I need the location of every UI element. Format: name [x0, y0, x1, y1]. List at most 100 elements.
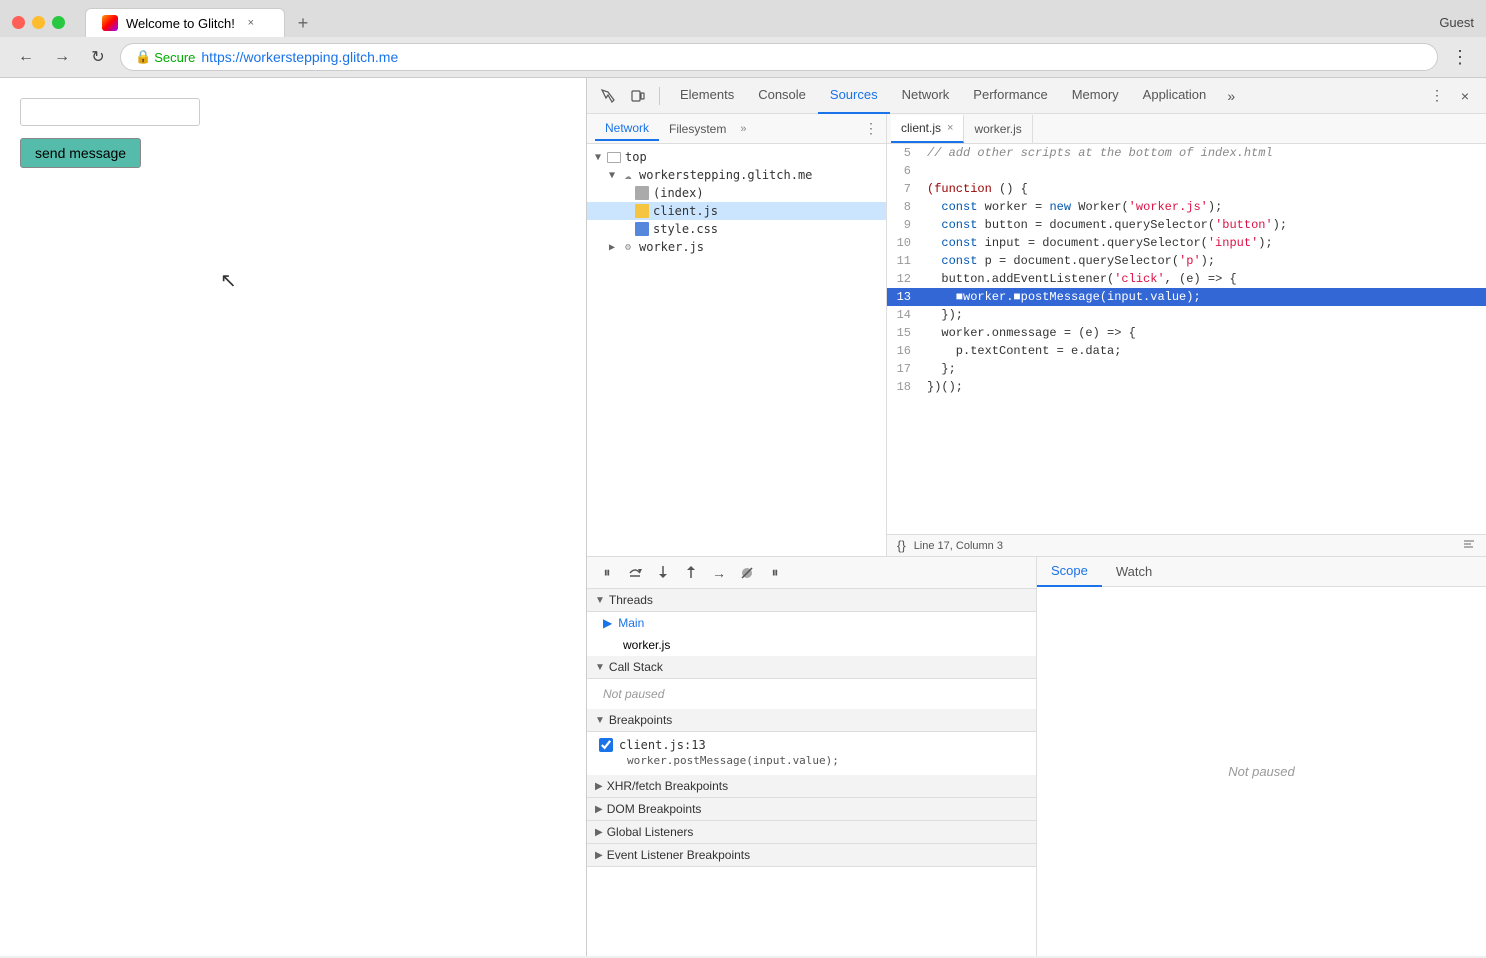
browser-tab[interactable]: Welcome to Glitch! ×: [85, 8, 285, 37]
cursor-icon: ↖: [220, 268, 237, 293]
tab-close-button[interactable]: ×: [243, 15, 259, 31]
line-content-9: const button = document.querySelector('b…: [923, 216, 1486, 234]
scope-not-paused: Not paused: [1037, 587, 1486, 956]
line-num-5: 5: [887, 144, 923, 162]
tree-label-stylecss: style.css: [653, 222, 718, 236]
editor-tab-clientjs-label: client.js: [901, 121, 941, 135]
back-button[interactable]: ←: [12, 43, 40, 71]
inspect-element-button[interactable]: [595, 83, 621, 109]
pause-on-exceptions-button[interactable]: ⏸: [763, 561, 787, 585]
editor-tab-clientjs-close[interactable]: ×: [947, 122, 953, 134]
tab-console[interactable]: Console: [746, 78, 818, 114]
new-tab-button[interactable]: +: [289, 9, 317, 37]
editor-tab-workerjs[interactable]: worker.js: [964, 115, 1032, 143]
breakpoint-item-clientjs13: client.js:13 worker.postMessage(input.va…: [587, 732, 1036, 775]
line-content-17: };: [923, 360, 1486, 378]
thread-main[interactable]: ▶ Main: [587, 612, 1036, 634]
browser-menu-button[interactable]: ⋮: [1446, 43, 1474, 71]
line-content-15: worker.onmessage = (e) => {: [923, 324, 1486, 342]
title-bar: Welcome to Glitch! × + Guest: [0, 0, 1486, 37]
page-content: send message ↖ Elements Console Sources …: [0, 78, 1486, 956]
threads-section-header[interactable]: ▼ Threads: [587, 589, 1036, 612]
status-left: {} Line 17, Column 3: [897, 538, 1454, 553]
tree-item-index[interactable]: (index): [587, 184, 886, 202]
tab-favicon: [102, 15, 118, 31]
tree-item-stylecss[interactable]: style.css: [587, 220, 886, 238]
scope-tabs: Scope Watch: [1037, 557, 1486, 587]
tree-label-domain: workerstepping.glitch.me: [639, 168, 812, 182]
code-line-6: 6: [887, 162, 1486, 180]
threads-section-body: ▶ Main worker.js: [587, 612, 1036, 656]
thread-workerjs[interactable]: worker.js: [587, 634, 1036, 656]
callstack-section-header[interactable]: ▼ Call Stack: [587, 656, 1036, 679]
tree-item-clientjs[interactable]: client.js: [587, 202, 886, 220]
tab-sources[interactable]: Sources: [818, 78, 890, 114]
code-line-5: 5 // add other scripts at the bottom of …: [887, 144, 1486, 162]
line-content-8: const worker = new Worker('worker.js');: [923, 198, 1486, 216]
secure-badge: 🔒 Secure: [135, 49, 195, 65]
global-listeners-label: Global Listeners: [607, 825, 694, 839]
tab-network[interactable]: Network: [890, 78, 962, 114]
scope-tab[interactable]: Scope: [1037, 557, 1102, 587]
devtools-settings-button[interactable]: ⋮: [1424, 83, 1450, 109]
step-out-button[interactable]: [679, 561, 703, 585]
tab-memory[interactable]: Memory: [1060, 78, 1131, 114]
callstack-arrow: ▼: [595, 662, 605, 673]
line-content-12: button.addEventListener('click', (e) => …: [923, 270, 1486, 288]
xhr-breakpoints-header[interactable]: ▶ XHR/fetch Breakpoints: [587, 775, 1036, 798]
devtools-toolbar-right: ⋮ ×: [1424, 83, 1478, 109]
code-line-10: 10 const input = document.querySelector(…: [887, 234, 1486, 252]
breakpoint-checkbox[interactable]: [599, 738, 613, 752]
status-position: Line 17, Column 3: [914, 540, 1003, 552]
line-num-16: 16: [887, 342, 923, 360]
source-more-tabs[interactable]: »: [740, 123, 746, 135]
device-toolbar-button[interactable]: [625, 83, 651, 109]
more-tabs-button[interactable]: »: [1218, 83, 1244, 109]
pause-button[interactable]: ⏸: [595, 561, 619, 585]
code-line-17: 17 };: [887, 360, 1486, 378]
breakpoints-section-header[interactable]: ▼ Breakpoints: [587, 709, 1036, 732]
message-input[interactable]: [20, 98, 200, 126]
main-thread-arrow-icon: ▶: [603, 616, 612, 630]
tab-performance[interactable]: Performance: [961, 78, 1059, 114]
tab-elements[interactable]: Elements: [668, 78, 746, 114]
threads-arrow: ▼: [595, 595, 605, 606]
event-listener-breakpoints-header[interactable]: ▶ Event Listener Breakpoints: [587, 844, 1036, 867]
step-over-button[interactable]: [623, 561, 647, 585]
step-button[interactable]: →: [707, 561, 731, 585]
code-line-12: 12 button.addEventListener('click', (e) …: [887, 270, 1486, 288]
step-into-button[interactable]: [651, 561, 675, 585]
close-devtools-button[interactable]: ×: [1452, 83, 1478, 109]
format-button[interactable]: [1462, 537, 1476, 554]
source-tab-menu[interactable]: ⋮: [864, 120, 878, 137]
file-icon-stylecss: [635, 222, 649, 236]
editor-tab-clientjs[interactable]: client.js ×: [891, 115, 964, 143]
url-text: https://workerstepping.glitch.me: [201, 49, 398, 65]
watch-tab[interactable]: Watch: [1102, 557, 1166, 587]
breakpoint-code: worker.postMessage(input.value);: [599, 752, 1024, 769]
dom-breakpoints-header[interactable]: ▶ DOM Breakpoints: [587, 798, 1036, 821]
global-listeners-header[interactable]: ▶ Global Listeners: [587, 821, 1036, 844]
source-network-tab[interactable]: Network: [595, 117, 659, 141]
line-num-17: 17: [887, 360, 923, 378]
event-listener-breakpoints-label: Event Listener Breakpoints: [607, 848, 750, 862]
source-filesystem-tab[interactable]: Filesystem: [659, 118, 736, 140]
tree-arrow-top: ▼: [595, 152, 607, 163]
close-window-button[interactable]: [12, 16, 25, 29]
maximize-window-button[interactable]: [52, 16, 65, 29]
forward-button[interactable]: →: [48, 43, 76, 71]
address-bar[interactable]: 🔒 Secure https://workerstepping.glitch.m…: [120, 43, 1438, 71]
tree-item-top[interactable]: ▼ top: [587, 148, 886, 166]
tree-item-domain[interactable]: ▼ ☁ workerstepping.glitch.me: [587, 166, 886, 184]
tab-application[interactable]: Application: [1131, 78, 1219, 114]
line-num-15: 15: [887, 324, 923, 342]
tree-item-workerjs[interactable]: ▶ ⚙ worker.js: [587, 238, 886, 256]
line-num-7: 7: [887, 180, 923, 198]
send-message-button[interactable]: send message: [20, 138, 141, 168]
deactivate-breakpoints-button[interactable]: [735, 561, 759, 585]
minimize-window-button[interactable]: [32, 16, 45, 29]
reload-button[interactable]: ↻: [84, 43, 112, 71]
callstack-section-body: Not paused: [587, 679, 1036, 709]
code-view[interactable]: 5 // add other scripts at the bottom of …: [887, 144, 1486, 534]
code-line-14: 14 });: [887, 306, 1486, 324]
